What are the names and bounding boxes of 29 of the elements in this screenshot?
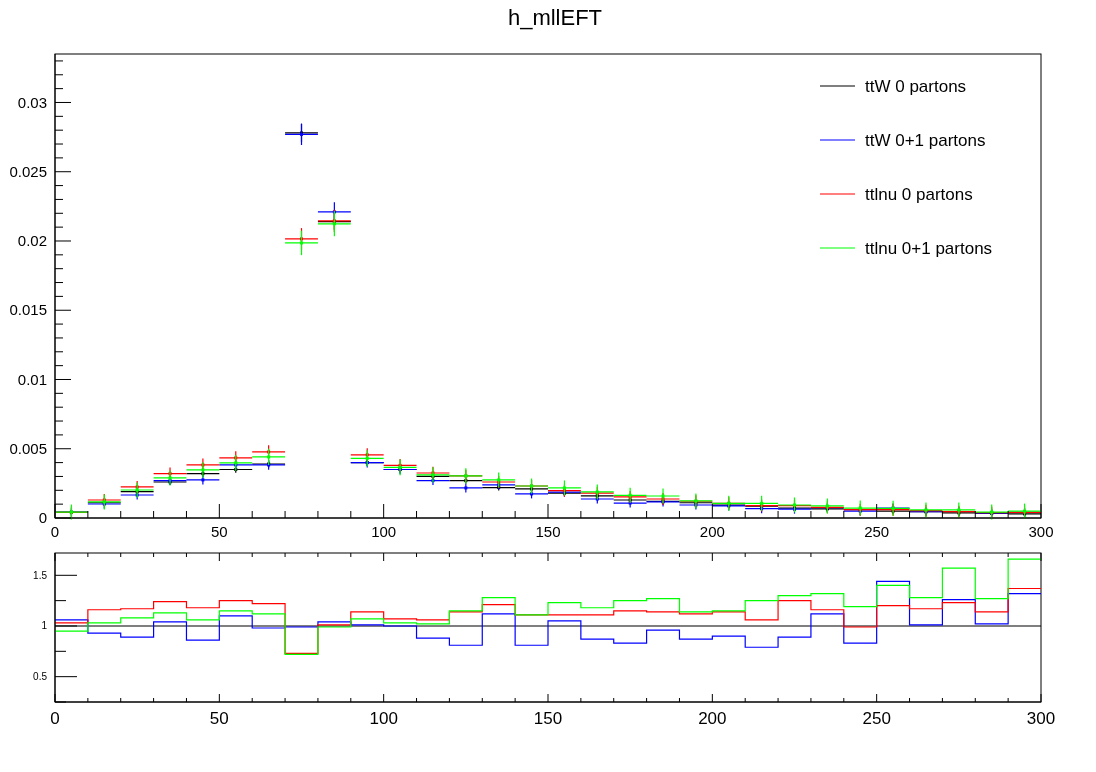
legend-label: ttlnu 0+1 partons [865, 239, 993, 258]
legend-label: ttW 0+1 partons [865, 131, 986, 150]
axis-tick-label: 0 [38, 509, 47, 527]
axis-tick-label: 0.025 [9, 163, 47, 180]
axis-tick-label: 50 [209, 709, 229, 728]
axis-tick-label: 0.03 [17, 93, 47, 111]
axis-tick-label: 150 [533, 709, 563, 728]
axis-tick-label: 1.5 [33, 569, 47, 581]
axis-tick-label: 0 [50, 523, 60, 540]
axis-tick-label: 1 [41, 620, 47, 632]
axis-tick-label: 50 [211, 523, 228, 540]
axis-tick-label: 300 [1028, 523, 1054, 540]
axis-tick-label: 0.02 [17, 232, 47, 250]
axis-tick-label: 0.005 [9, 440, 47, 457]
legend-label: ttlnu 0 partons [865, 185, 973, 204]
axis-tick-label: 0.5 [33, 671, 47, 683]
axis-tick-label: 250 [864, 523, 890, 540]
legend-label: ttW 0 partons [865, 77, 967, 96]
axis-tick-label: 0 [50, 709, 60, 728]
chart-title: h_mllEFT [507, 5, 603, 31]
axis-tick-label: 0.015 [9, 301, 47, 319]
axis-tick-label: 300 [1026, 709, 1056, 728]
axis-tick-label: 250 [862, 709, 891, 728]
axis-tick-label: 200 [698, 709, 727, 728]
axis-tick-label: 200 [699, 523, 725, 540]
axis-tick-label: 150 [535, 523, 561, 540]
axis-tick-label: 100 [369, 709, 398, 728]
axis-tick-label: 0.01 [17, 370, 47, 388]
axis-tick-label: 100 [371, 523, 397, 540]
